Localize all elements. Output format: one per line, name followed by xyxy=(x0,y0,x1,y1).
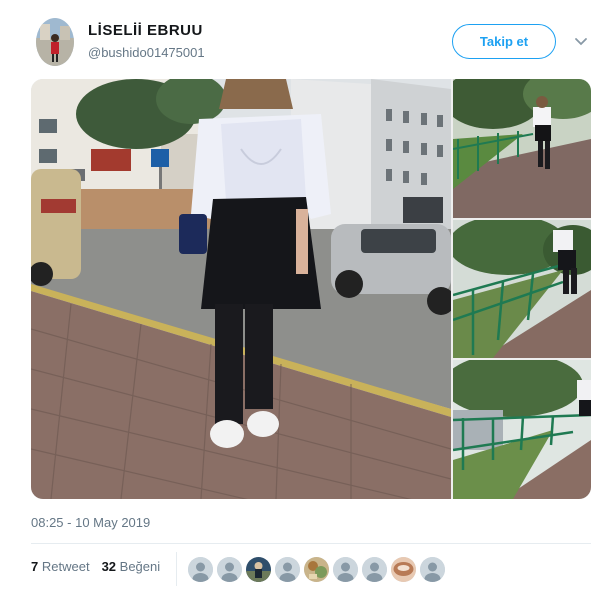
liker-avatar[interactable] xyxy=(246,557,271,582)
user-handle[interactable]: @bushido01475001 xyxy=(88,45,205,60)
follow-button[interactable]: Takip et xyxy=(452,24,556,59)
tweet: LİSELİİ EBRUU @bushido01475001 Takip et xyxy=(0,0,595,591)
like-count: 32 xyxy=(101,559,117,574)
retweet-label: Retweet xyxy=(41,559,90,574)
chevron-down-icon[interactable] xyxy=(574,34,588,48)
photo-side-3[interactable] xyxy=(453,360,591,499)
display-name[interactable]: LİSELİİ EBRUU xyxy=(88,22,203,39)
liker-avatar[interactable] xyxy=(304,557,329,582)
photo-side-2[interactable] xyxy=(453,220,591,358)
photo-main[interactable] xyxy=(31,79,451,499)
liker-avatars xyxy=(188,557,445,582)
photo-side-1[interactable] xyxy=(453,79,591,218)
liker-avatar[interactable] xyxy=(188,557,213,582)
liker-avatar[interactable] xyxy=(333,557,358,582)
avatar[interactable] xyxy=(36,18,74,66)
media-grid xyxy=(31,79,591,499)
liker-avatar[interactable] xyxy=(275,557,300,582)
divider xyxy=(31,543,591,544)
liker-avatar[interactable] xyxy=(362,557,387,582)
tweet-stats: 7 Retweet 32 Beğeni xyxy=(31,559,160,574)
like-label: Beğeni xyxy=(119,559,161,574)
retweet-stat[interactable]: 7 Retweet xyxy=(31,559,90,574)
liker-avatar[interactable] xyxy=(217,557,242,582)
stats-separator xyxy=(176,552,177,586)
tweet-timestamp[interactable]: 08:25 - 10 May 2019 xyxy=(31,515,150,530)
liker-avatar[interactable] xyxy=(420,557,445,582)
like-stat[interactable]: 32 Beğeni xyxy=(102,559,161,574)
liker-avatar[interactable] xyxy=(391,557,416,582)
retweet-count: 7 xyxy=(31,559,39,574)
